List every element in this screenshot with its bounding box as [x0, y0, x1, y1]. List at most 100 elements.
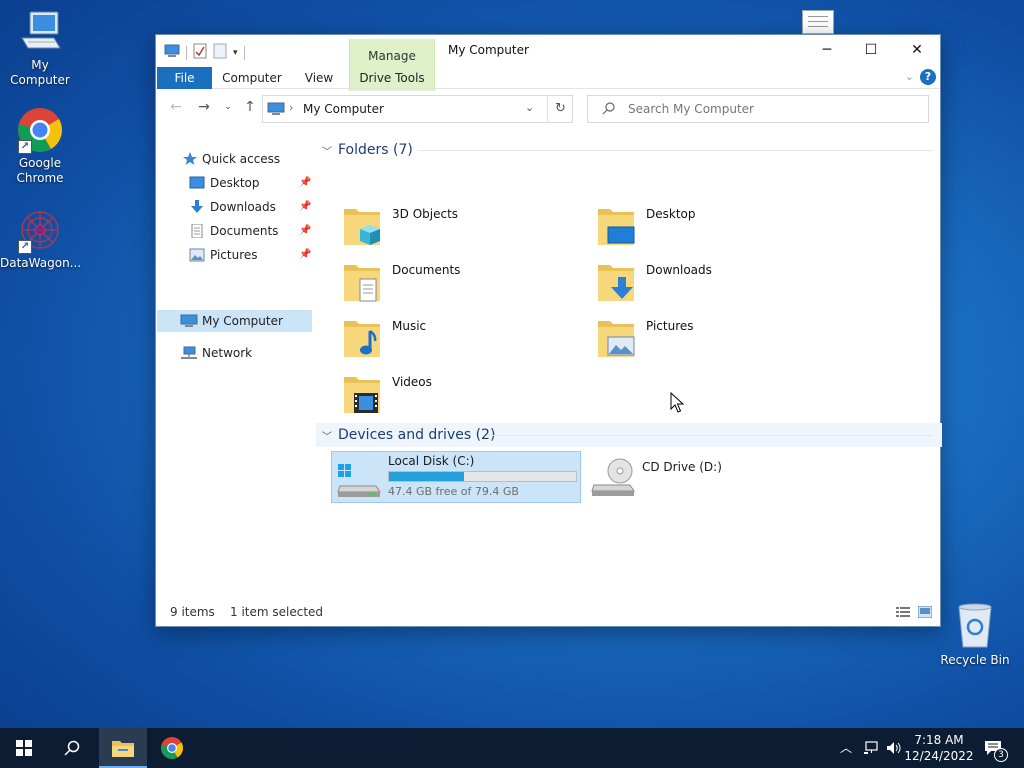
close-button[interactable]: ✕ [894, 35, 940, 65]
ribbon-tabs: File Computer View Drive Tools ⌄ ? [156, 67, 940, 89]
action-center-button[interactable]: 3 [980, 728, 1010, 768]
taskbar: ︿ 7:18 AM 12/24/2022 3 [0, 728, 1024, 768]
folder-pictures[interactable]: Pictures [584, 313, 824, 363]
music-folder-icon [344, 321, 380, 357]
folder-downloads[interactable]: Downloads [584, 257, 824, 307]
folder-music[interactable]: Music [330, 313, 570, 363]
breadcrumb-separator-icon[interactable]: › [289, 101, 293, 114]
pin-icon[interactable]: 📌 [299, 220, 311, 242]
nav-item-label: Desktop [210, 176, 260, 190]
taskbar-file-explorer[interactable] [99, 728, 147, 768]
3d-objects-folder-icon [344, 209, 380, 245]
videos-folder-icon [344, 377, 380, 413]
search-button[interactable] [48, 728, 96, 768]
minimize-button[interactable]: ─ [804, 35, 850, 65]
address-bar[interactable]: › My Computer ⌄ ↻ [262, 95, 573, 123]
minimize-icon: ─ [822, 42, 832, 58]
search-input[interactable]: Search My Computer [628, 102, 754, 116]
cd-drive-icon [591, 458, 635, 496]
pin-icon[interactable]: 📌 [299, 244, 311, 266]
desktop-icon [189, 176, 205, 189]
windows-logo-icon [16, 740, 32, 756]
chevron-down-icon: ﹀ [322, 431, 332, 443]
title-bar[interactable]: ▾ My Computer ─ ☐ ✕ [156, 35, 940, 67]
folder-3d-objects[interactable]: 3D Objects [330, 201, 570, 251]
documents-folder-icon [344, 265, 380, 302]
taskbar-chrome[interactable] [148, 728, 196, 768]
tray-show-hidden-icons[interactable]: ︿ [838, 728, 856, 768]
nav-network[interactable]: Network [156, 342, 316, 364]
tray-volume[interactable] [884, 728, 904, 768]
properties-icon[interactable] [193, 43, 207, 62]
maximize-button[interactable]: ☐ [848, 35, 894, 65]
search-icon [602, 101, 616, 118]
chevron-down-icon[interactable]: ⌄ [525, 101, 534, 114]
tab-computer[interactable]: Computer [220, 67, 284, 89]
tray-network[interactable] [861, 728, 881, 768]
pin-icon[interactable]: 📌 [299, 196, 311, 218]
tab-file[interactable]: File [157, 67, 212, 89]
nav-documents[interactable]: Documents 📌 [156, 220, 316, 242]
network-icon [864, 741, 878, 754]
folders-group-header[interactable]: ﹀ Folders (7) [322, 139, 413, 161]
drive-local-disk-c[interactable]: Local Disk (C:) 47.4 GB free of 79.4 GB [331, 451, 581, 503]
computer-icon [180, 314, 198, 327]
up-button[interactable]: ↑ [240, 99, 260, 115]
navigation-pane: Quick access Desktop 📌 Downloads 📌 Docum… [156, 127, 316, 597]
status-bar: 9 items 1 item selected [156, 600, 940, 626]
folder-videos[interactable]: Videos [330, 369, 570, 419]
desktop-icon-datawagon[interactable]: ↗ DataWagon... [0, 206, 82, 271]
navigation-bar: ← → ⌄ ↑ › My Computer ⌄ ↻ Search My Comp… [156, 91, 940, 127]
nav-item-label: My Computer [202, 314, 283, 328]
tab-drive-tools[interactable]: Drive Tools [349, 67, 435, 89]
folder-name: Documents [392, 263, 461, 277]
folder-documents[interactable]: Documents [330, 257, 570, 307]
forward-button[interactable]: → [194, 99, 214, 115]
folder-desktop[interactable]: Desktop [584, 201, 824, 251]
large-icons-view-icon[interactable] [917, 605, 933, 619]
customize-toolbar-icon[interactable]: ▾ [233, 48, 238, 58]
devices-group-header[interactable]: ﹀ Devices and drives (2) [322, 424, 495, 446]
drive-name: Local Disk (C:) [388, 454, 475, 468]
nav-desktop[interactable]: Desktop 📌 [156, 172, 316, 194]
toolbar-divider [243, 45, 245, 60]
desktop-icon-recycle-bin[interactable]: Recycle Bin [935, 603, 1015, 668]
desktop-icon-my-computer[interactable]: My Computer [0, 8, 80, 88]
nav-my-computer[interactable]: My Computer [157, 310, 312, 332]
volume-icon [887, 742, 901, 754]
new-folder-icon[interactable] [213, 43, 227, 62]
computer-icon [16, 8, 64, 56]
folder-name: Music [392, 319, 427, 333]
nav-downloads[interactable]: Downloads 📌 [156, 196, 316, 218]
drive-capacity-fill [389, 472, 465, 481]
chrome-icon [161, 737, 183, 759]
desktop-icon-label: My Computer [10, 58, 70, 87]
recent-locations-button[interactable]: ⌄ [218, 102, 238, 112]
drive-capacity-bar [388, 471, 577, 482]
group-divider [418, 150, 933, 151]
back-button[interactable]: ← [166, 99, 186, 115]
pin-icon[interactable]: 📌 [299, 172, 311, 194]
document-icon[interactable] [802, 10, 834, 34]
taskbar-clock[interactable]: 7:18 AM 12/24/2022 [904, 732, 974, 764]
nav-quick-access[interactable]: Quick access [156, 148, 316, 170]
help-button[interactable]: ? [920, 69, 936, 85]
mouse-cursor-icon [670, 392, 684, 413]
desktop-icon-google-chrome[interactable]: ↗ Google Chrome [0, 106, 80, 186]
nav-pictures[interactable]: Pictures 📌 [156, 244, 316, 266]
desktop-icon-label: Recycle Bin [940, 653, 1010, 667]
desktop-icon-label: DataWagon... [0, 256, 82, 270]
star-icon [183, 152, 197, 165]
start-button[interactable] [0, 728, 48, 768]
notification-count-badge: 3 [994, 748, 1008, 762]
local-disk-icon [337, 464, 381, 497]
drive-cd-d[interactable]: CD Drive (D:) [586, 451, 826, 503]
quick-access-toolbar: ▾ [164, 43, 245, 62]
search-box[interactable]: Search My Computer [587, 95, 929, 123]
details-view-icon[interactable] [896, 606, 910, 618]
refresh-button[interactable]: ↻ [547, 96, 573, 122]
folder-name: Downloads [646, 263, 712, 277]
clock-date: 12/24/2022 [904, 749, 974, 763]
expand-ribbon-icon[interactable]: ⌄ [905, 70, 914, 83]
tab-view[interactable]: View [298, 67, 340, 89]
